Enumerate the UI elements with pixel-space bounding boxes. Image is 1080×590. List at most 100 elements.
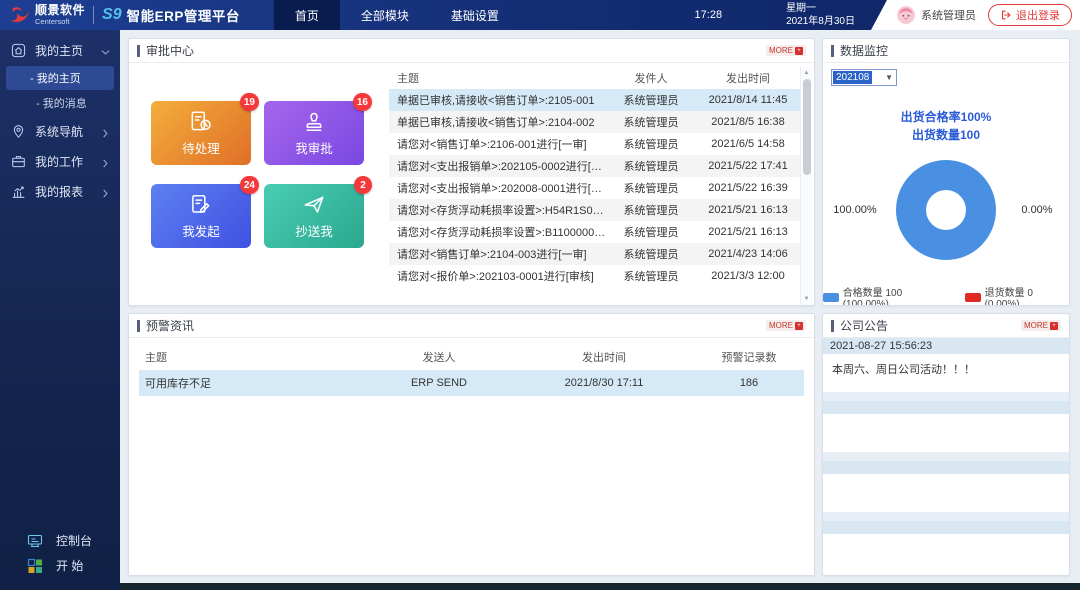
ship-qty-line: 出货数量100 (823, 126, 1069, 144)
footer-item-label: 开 始 (56, 557, 83, 574)
notice-panel-title: 公司公告 (831, 317, 888, 334)
row-time: 2021/6/5 14:58 (696, 138, 800, 150)
sidebar-item-my-reports[interactable]: 我的报表 (0, 176, 120, 206)
topbar: 顺景软件 Centersoft S9 智能ERP管理平台 首页全部模块基础设置 … (0, 0, 1080, 30)
notice-date (823, 401, 1069, 414)
monitor-summary: 出货合格率100% 出货数量100 (823, 108, 1069, 144)
row-subject: 请您对<销售订单>:2104-003进行[一审] (389, 246, 606, 262)
tile-cc-me[interactable]: 2 抄送我 (264, 184, 364, 248)
row-sender: 系统管理员 (606, 246, 696, 262)
paper-plane-icon (301, 192, 327, 218)
approval-row[interactable]: 请您对<销售订单>:2104-003进行[一审] 系统管理员 2021/4/23… (389, 243, 800, 265)
scrollbar-track[interactable] (803, 79, 811, 293)
logout-button[interactable]: 退出登录 (988, 4, 1072, 26)
more-label: MORE (769, 321, 793, 330)
period-value: 202108 (833, 71, 872, 84)
notice-content[interactable] (823, 534, 1069, 575)
sidebar-footer-console[interactable]: 控制台 (0, 528, 120, 553)
approval-table-rows: 单据已审核,请接收<销售订单>:2105-001 系统管理员 2021/8/14… (389, 89, 800, 287)
notice-separator (823, 392, 1069, 401)
monitor-panel-title: 数据监控 (831, 42, 888, 59)
period-select[interactable]: 202108 ▼ (831, 69, 897, 86)
notice-more-button[interactable]: MORE + (1021, 320, 1061, 331)
approval-row[interactable]: 请您对<报价单>:202103-0001进行[审核] 系统管理员 2021/3/… (389, 265, 800, 287)
row-time: 2021/3/3 12:00 (696, 270, 800, 282)
approval-tiles: 19 待处理 16 我审批 24 我发起 2 抄送我 (151, 101, 381, 248)
approval-more-button[interactable]: MORE + (766, 45, 806, 56)
approval-row[interactable]: 请您对<存货浮动耗损率设置>:B11000001进行[审核] 系统管理员 202… (389, 221, 800, 243)
sidebar-footer-start[interactable]: 开 始 (0, 553, 120, 578)
sidebar-item-my-work[interactable]: 我的工作 (0, 146, 120, 176)
approval-row[interactable]: 请您对<支出报销单>:202105-0002进行[审核] 系统管理员 2021/… (389, 155, 800, 177)
row-sender: 系统管理员 (606, 158, 696, 174)
row-subject: 请您对<存货浮动耗损率设置>:B11000001进行[审核] (389, 224, 606, 240)
row-subject: 请您对<支出报销单>:202105-0002进行[审核] (389, 158, 606, 174)
row-subject: 请您对<报价单>:202103-0001进行[审核] (389, 268, 606, 284)
column-header-time: 发出时间 (514, 349, 694, 365)
notice-body: 2021-08-27 15:56:23本周六、周日公司活动！！！ (823, 338, 1069, 575)
column-header-subject: 主题 (139, 349, 364, 365)
scroll-up-icon[interactable]: ▲ (804, 67, 810, 79)
column-header-count: 预警记录数 (694, 349, 804, 365)
data-monitor-panel: 数据监控 202108 ▼ 出货合格率100% 出货数量100 100.00% … (822, 38, 1070, 306)
row-sender: 系统管理员 (606, 114, 696, 130)
approval-panel-header: 审批中心 MORE + (129, 39, 814, 63)
home-icon (11, 43, 26, 58)
approval-row[interactable]: 请您对<存货浮动耗损率设置>:H54R1S006002进行[审核] 系统管理员 … (389, 199, 800, 221)
row-time: 2021/5/21 16:13 (696, 204, 800, 216)
sidebar-item-label: 我的报表 (35, 183, 101, 200)
table-scrollbar[interactable]: ▲ ▼ (800, 67, 812, 305)
approval-table-header: 主题 发件人 发出时间 (389, 67, 800, 89)
approval-row[interactable]: 请您对<支出报销单>:202008-0001进行[审核] 系统管理员 2021/… (389, 177, 800, 199)
nav-icon (11, 124, 26, 139)
footer-item-label: 控制台 (56, 532, 92, 549)
alerts-more-button[interactable]: MORE + (766, 320, 806, 331)
weekday-label: 星期一 (786, 2, 855, 15)
approval-tiles-wrap: 19 待处理 16 我审批 24 我发起 2 抄送我 (129, 63, 381, 305)
sidebar-subitem-my-home-page[interactable]: - 我的主页 (6, 66, 114, 90)
chevron-right-icon (101, 157, 110, 166)
tile-label: 我发起 (182, 221, 220, 240)
monitor-body: 202108 ▼ 出货合格率100% 出货数量100 100.00% 0.00%… (823, 63, 1069, 306)
sidebar-item-label: 我的工作 (35, 153, 101, 170)
alerts-panel: 预警资讯 MORE + 主题 发送人 发出时间 预警记录数 可用库存不足 ERP… (128, 313, 815, 576)
sidebar-item-system-nav[interactable]: 系统导航 (0, 116, 120, 146)
approval-center-panel: 审批中心 MORE + 19 待处理 16 我审批 24 我发起 2 抄送我 (128, 38, 815, 306)
scrollbar-thumb[interactable] (803, 79, 811, 175)
notice-content[interactable]: 本周六、周日公司活动！！！ (823, 354, 1069, 392)
notice-panel-header: 公司公告 MORE + (823, 314, 1069, 338)
tile-label: 抄送我 (295, 221, 333, 240)
tab-all-modules[interactable]: 全部模块 (340, 0, 430, 30)
tile-my-approve[interactable]: 16 我审批 (264, 101, 364, 165)
platform-title: 智能ERP管理平台 (127, 5, 240, 25)
sidebar-item-my-home[interactable]: 我的主页 (0, 35, 120, 65)
row-subject: 单据已审核,请接收<销售订单>:2104-002 (389, 114, 606, 130)
approval-row[interactable]: 请您对<销售订单>:2106-001进行[一审] 系统管理员 2021/6/5 … (389, 133, 800, 155)
more-grid-icon: + (1050, 322, 1058, 330)
notice-content[interactable] (823, 414, 1069, 452)
approval-row[interactable]: 单据已审核,请接收<销售订单>:2105-001 系统管理员 2021/8/14… (389, 89, 800, 111)
user-avatar[interactable] (897, 6, 915, 24)
tile-my-initiate[interactable]: 24 我发起 (151, 184, 251, 248)
notice-content[interactable] (823, 474, 1069, 512)
start-icon (27, 558, 43, 574)
sidebar-subitem-my-messages[interactable]: - 我的消息 (6, 91, 114, 115)
approval-row[interactable]: 单据已审核,请接收<销售订单>:2104-002 系统管理员 2021/8/5 … (389, 111, 800, 133)
row-time: 2021/8/30 17:11 (514, 377, 694, 389)
row-time: 2021/8/5 16:38 (696, 116, 800, 128)
legend-swatch (965, 293, 981, 302)
topbar-divider (93, 6, 94, 24)
tab-home[interactable]: 首页 (274, 0, 340, 30)
alerts-panel-title: 预警资讯 (137, 317, 194, 334)
row-time: 2021/5/22 16:39 (696, 182, 800, 194)
approval-table-columns: 主题 发件人 发出时间 单据已审核,请接收<销售订单>:2105-001 系统管… (389, 67, 800, 305)
date-box: 星期一 2021年8月30日 (786, 2, 855, 28)
sidebar-item-label: 系统导航 (35, 123, 101, 140)
scroll-down-icon[interactable]: ▼ (804, 293, 810, 305)
tile-pending[interactable]: 19 待处理 (151, 101, 251, 165)
tab-basic-settings[interactable]: 基础设置 (430, 0, 520, 30)
notice-separator (823, 452, 1069, 461)
alert-row[interactable]: 可用库存不足 ERP SEND 2021/8/30 17:11 186 (139, 370, 804, 396)
legend-swatch (823, 293, 839, 302)
app-logo[interactable]: 顺景软件 Centersoft (0, 3, 85, 27)
